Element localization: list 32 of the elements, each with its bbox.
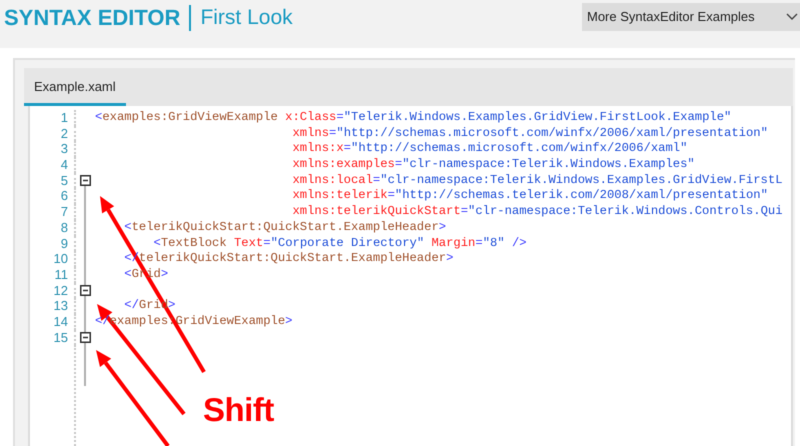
line-number: 3 (60, 141, 68, 156)
line-number: 2 (60, 126, 68, 141)
code-line: xmlns:examples="clr-namespace:Telerik.Windows.Examples" (291, 157, 695, 172)
code-line: xmlns:telerikQuickStart="clr-namespace:Telerik.Windows.Controls.Qui (291, 204, 783, 218)
page-subtitle: First Look (200, 5, 293, 31)
code-line: <examples:GridViewExample x:Class="Telerik.Windows.Examples.GridView.FirstLook.Example" (95, 110, 732, 124)
code-line: xmlns:telerik="http://schemas.telerik.com/2008/xaml/presentation" (291, 188, 768, 202)
code-line: xmlns:local="clr-namespace:Telerik.Windows.Examples.GridView.FirstL (291, 172, 783, 187)
line-number: 13 (54, 298, 68, 314)
code-line: xmlns:x="http://schemas.microsoft.com/winfx/2006/xaml" (291, 141, 688, 156)
collapse-toggle-icon[interactable] (80, 332, 90, 343)
line-number: 1 (60, 110, 68, 125)
line-number: 7 (60, 204, 68, 220)
code-line: <TextBlock Text="Corporate Directory" Margin="8" /> (152, 236, 527, 250)
examples-dropdown[interactable]: More SyntaxEditor Examples (582, 3, 800, 31)
line-number: 10 (54, 251, 68, 266)
code-line: xmlns="http://schemas.microsoft.com/winfx/2006/xaml/presentation" (291, 126, 768, 140)
collapse-toggle-icon[interactable] (80, 284, 90, 296)
line-number: 12 (54, 282, 68, 298)
line-number: 14 (54, 314, 68, 329)
line-number: 11 (54, 266, 68, 282)
annotation-label: Shift (203, 392, 274, 428)
line-number: 5 (60, 172, 68, 188)
line-number: 9 (60, 236, 68, 250)
line-number: 4 (60, 157, 68, 172)
code-line: <telerikQuickStart:QuickStart.ExampleHeader> (123, 220, 446, 234)
chevron-down-icon (786, 13, 798, 21)
line-number: 15 (54, 330, 68, 345)
line-number: 6 (60, 188, 68, 204)
page-title: SYNTAX EDITOR (4, 4, 180, 32)
line-number: 8 (60, 220, 68, 235)
collapse-toggle-icon[interactable] (80, 175, 90, 186)
